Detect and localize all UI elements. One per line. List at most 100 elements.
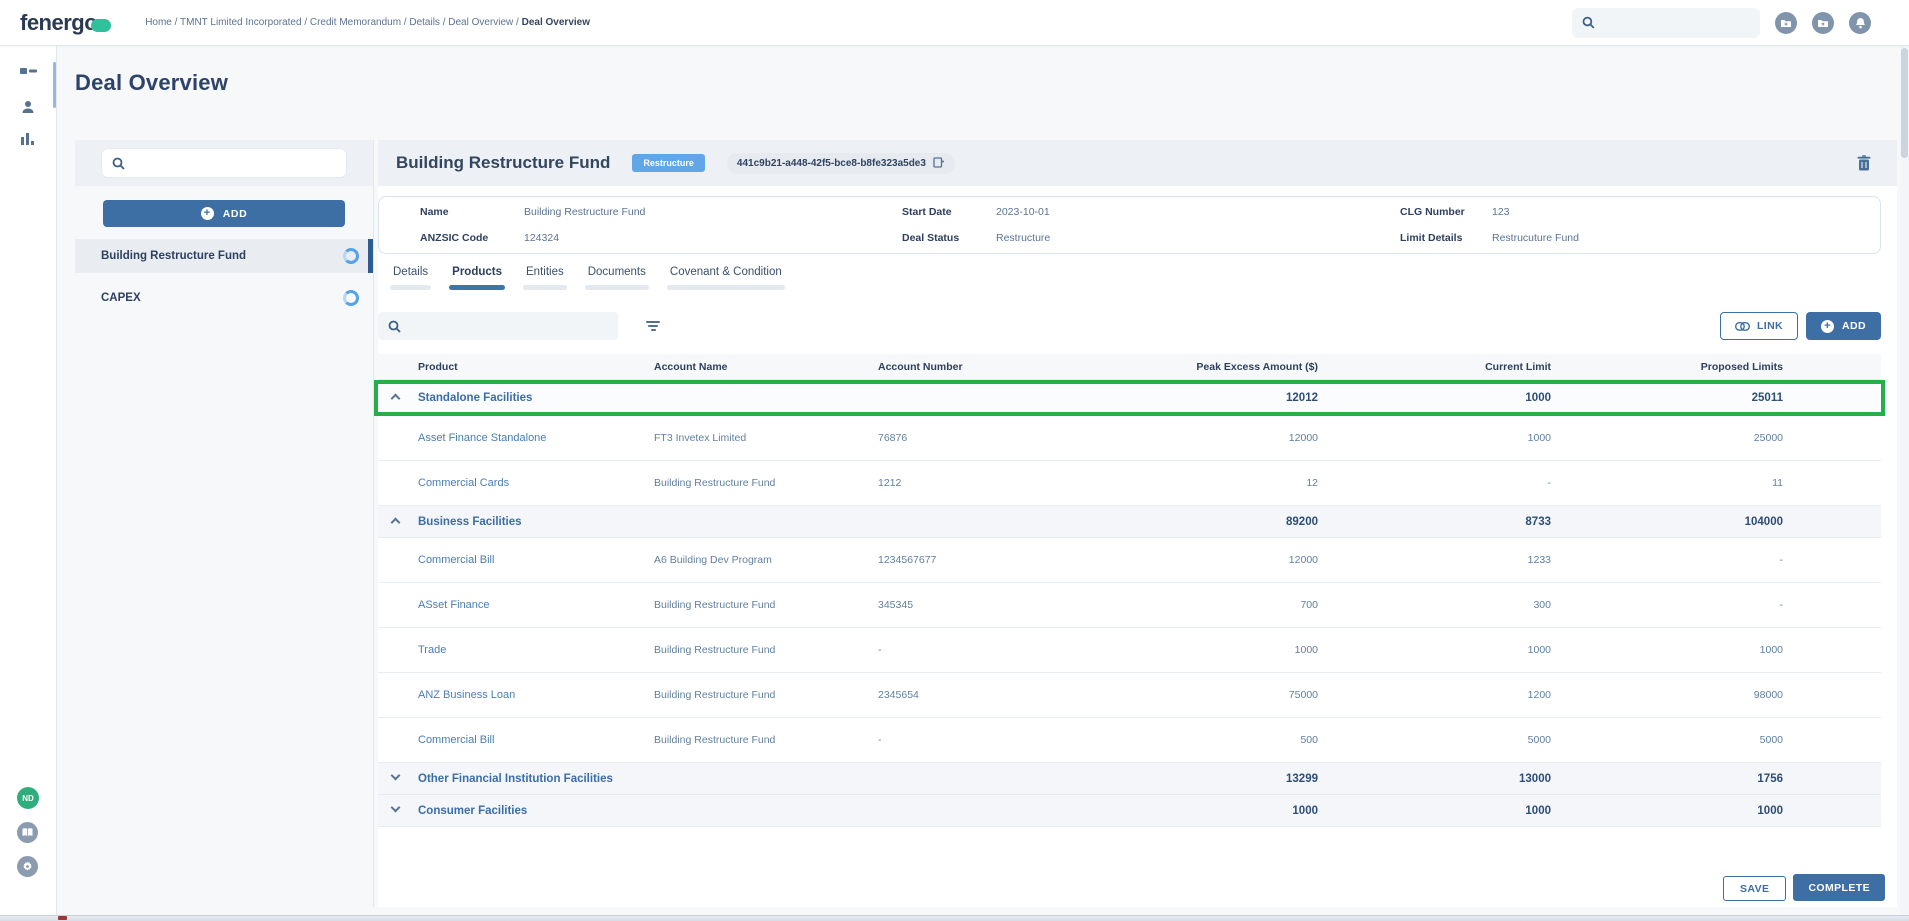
group-row-business-facilities[interactable]: Business Facilities 89200 8733 104000 bbox=[378, 506, 1881, 538]
deal-header: Building Restructure Fund Restructure 44… bbox=[378, 140, 1897, 186]
chevron-down-icon[interactable] bbox=[391, 802, 401, 812]
reports-nav-button[interactable] bbox=[20, 132, 36, 145]
breadcrumb-current: Deal Overview bbox=[522, 17, 590, 28]
field-value: 124324 bbox=[524, 232, 559, 244]
deal-list: Building Restructure Fund CAPEX bbox=[75, 239, 373, 315]
help-docs-button[interactable] bbox=[17, 822, 38, 843]
deals-search-band bbox=[75, 140, 373, 186]
group-row-other-financial-institution-facilities[interactable]: Other Financial Institution Facilities 1… bbox=[378, 763, 1881, 795]
peak-value: 1000 bbox=[1083, 644, 1318, 656]
products-search-input[interactable] bbox=[409, 320, 599, 332]
filter-icon bbox=[646, 321, 660, 323]
deals-search[interactable] bbox=[101, 148, 347, 178]
user-icon bbox=[20, 100, 36, 114]
chevron-up-icon[interactable] bbox=[391, 394, 401, 404]
group-name[interactable]: Standalone Facilities bbox=[418, 392, 654, 404]
users-nav-button[interactable] bbox=[20, 100, 36, 114]
group-current: 13000 bbox=[1318, 773, 1551, 785]
account-name: Building Restructure Fund bbox=[654, 734, 878, 746]
dashboard-nav-button[interactable] bbox=[20, 68, 37, 83]
global-search-input[interactable] bbox=[1603, 17, 1750, 29]
save-button[interactable]: SAVE bbox=[1723, 876, 1786, 901]
notifications-button[interactable] bbox=[1849, 12, 1871, 34]
tab-covenant-condition[interactable]: Covenant & Condition bbox=[667, 266, 785, 300]
col-account-number: Account Number bbox=[878, 361, 1083, 373]
group-peak: 13299 bbox=[1083, 773, 1318, 785]
product-link[interactable]: Commercial Cards bbox=[418, 477, 654, 489]
page-title: Deal Overview bbox=[75, 70, 228, 96]
tab-details[interactable]: Details bbox=[390, 266, 431, 300]
group-peak: 89200 bbox=[1083, 516, 1318, 528]
group-name[interactable]: Business Facilities bbox=[418, 516, 654, 528]
settings-button[interactable] bbox=[17, 856, 38, 877]
current-value: 1000 bbox=[1318, 644, 1551, 656]
taskbar-edge bbox=[0, 915, 1909, 921]
global-search[interactable] bbox=[1572, 8, 1760, 38]
tab-products[interactable]: Products bbox=[449, 266, 505, 300]
filter-button[interactable] bbox=[646, 321, 660, 331]
products-search[interactable] bbox=[378, 312, 618, 340]
panel-divider bbox=[373, 140, 374, 907]
folder-add-button[interactable] bbox=[1775, 12, 1797, 34]
field-value: Restructure bbox=[996, 232, 1050, 244]
plus-icon: + bbox=[1821, 320, 1834, 333]
peak-value: 75000 bbox=[1083, 689, 1318, 701]
folder-add-icon bbox=[1780, 18, 1792, 28]
add-deal-label: ADD bbox=[223, 208, 248, 220]
gear-icon bbox=[22, 861, 33, 872]
deal-list-item-building-restructure-fund[interactable]: Building Restructure Fund bbox=[75, 239, 373, 273]
bar-chart-icon bbox=[20, 132, 36, 145]
product-link[interactable]: Trade bbox=[418, 644, 654, 656]
group-name[interactable]: Consumer Facilities bbox=[418, 805, 654, 817]
proposed-value: - bbox=[1551, 599, 1783, 611]
group-peak: 1000 bbox=[1083, 805, 1318, 817]
taskbar-app-sliver bbox=[58, 916, 67, 920]
deals-search-input[interactable] bbox=[133, 157, 263, 169]
field-label: CLG Number bbox=[1400, 206, 1492, 218]
breadcrumb-path[interactable]: Home / TMNT Limited Incorporated / Credi… bbox=[145, 17, 519, 28]
group-current: 1000 bbox=[1318, 805, 1551, 817]
fenergo-logo[interactable]: fenergo bbox=[20, 10, 111, 36]
link-product-button[interactable]: LINK bbox=[1720, 312, 1798, 340]
deal-item-label: CAPEX bbox=[101, 292, 141, 304]
chevron-down-icon[interactable] bbox=[391, 770, 401, 780]
account-number: 1212 bbox=[878, 477, 1083, 489]
col-product: Product bbox=[418, 361, 654, 373]
group-row-standalone-facilities[interactable]: Standalone Facilities 12012 1000 25011 bbox=[378, 384, 1881, 412]
vertical-scrollbar[interactable] bbox=[1900, 46, 1909, 915]
add-product-button[interactable]: + ADD bbox=[1806, 312, 1881, 340]
deal-list-item-capex[interactable]: CAPEX bbox=[75, 281, 373, 315]
proposed-value: 25000 bbox=[1551, 432, 1783, 444]
product-link[interactable]: ASset Finance bbox=[418, 599, 654, 611]
field-value: Restrucuture Fund bbox=[1492, 232, 1579, 244]
current-value: 1200 bbox=[1318, 689, 1551, 701]
group-row-consumer-facilities[interactable]: Consumer Facilities 1000 1000 1000 bbox=[378, 795, 1881, 827]
proposed-value: 5000 bbox=[1551, 734, 1783, 746]
product-link[interactable]: ANZ Business Loan bbox=[418, 689, 654, 701]
table-header-row: Product Account Name Account Number Peak… bbox=[378, 354, 1881, 380]
add-deal-button[interactable]: + ADD bbox=[103, 200, 345, 227]
user-avatar[interactable]: ND bbox=[17, 787, 39, 809]
scrollbar-thumb[interactable] bbox=[1901, 48, 1908, 158]
group-name[interactable]: Other Financial Institution Facilities bbox=[418, 773, 654, 785]
product-link[interactable]: Asset Finance Standalone bbox=[418, 432, 654, 444]
product-link[interactable]: Commercial Bill bbox=[418, 554, 654, 566]
chevron-up-icon[interactable] bbox=[391, 517, 401, 527]
group-current: 1000 bbox=[1318, 392, 1551, 404]
product-link[interactable]: Commercial Bill bbox=[418, 734, 654, 746]
deal-uuid-pill: 441c9b21-a448-42f5-bce8-b8fe323a5de3 bbox=[727, 153, 955, 174]
copy-icon[interactable] bbox=[933, 157, 945, 170]
group-current: 8733 bbox=[1318, 516, 1551, 528]
account-name: A6 Building Dev Program bbox=[654, 554, 878, 566]
products-table: Product Account Name Account Number Peak… bbox=[378, 354, 1881, 827]
tab-documents[interactable]: Documents bbox=[585, 266, 649, 300]
add-button-label: ADD bbox=[1842, 320, 1866, 332]
folder-upload-icon bbox=[1817, 18, 1829, 28]
folder-upload-button[interactable] bbox=[1812, 12, 1834, 34]
complete-button[interactable]: COMPLETE bbox=[1793, 874, 1885, 901]
delete-deal-button[interactable] bbox=[1857, 155, 1871, 171]
current-value: 5000 bbox=[1318, 734, 1551, 746]
tab-entities[interactable]: Entities bbox=[523, 266, 567, 300]
link-icon bbox=[1735, 322, 1750, 331]
book-icon bbox=[22, 828, 33, 837]
